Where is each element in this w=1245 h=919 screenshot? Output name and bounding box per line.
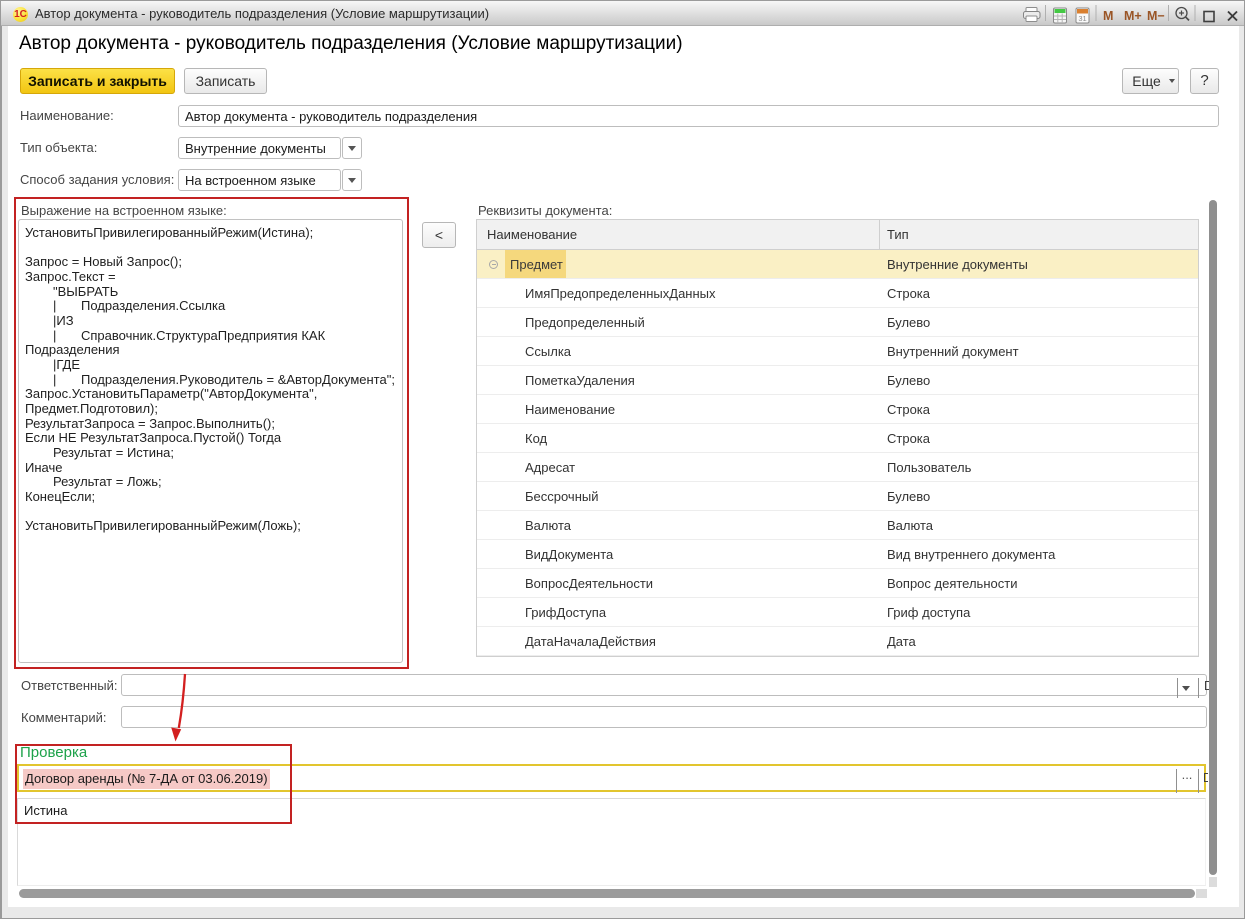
svg-text:M+: M+: [1124, 9, 1142, 23]
svg-text:M: M: [1103, 9, 1113, 23]
svg-text:M−: M−: [1147, 9, 1165, 23]
svg-text:31: 31: [1078, 14, 1086, 23]
